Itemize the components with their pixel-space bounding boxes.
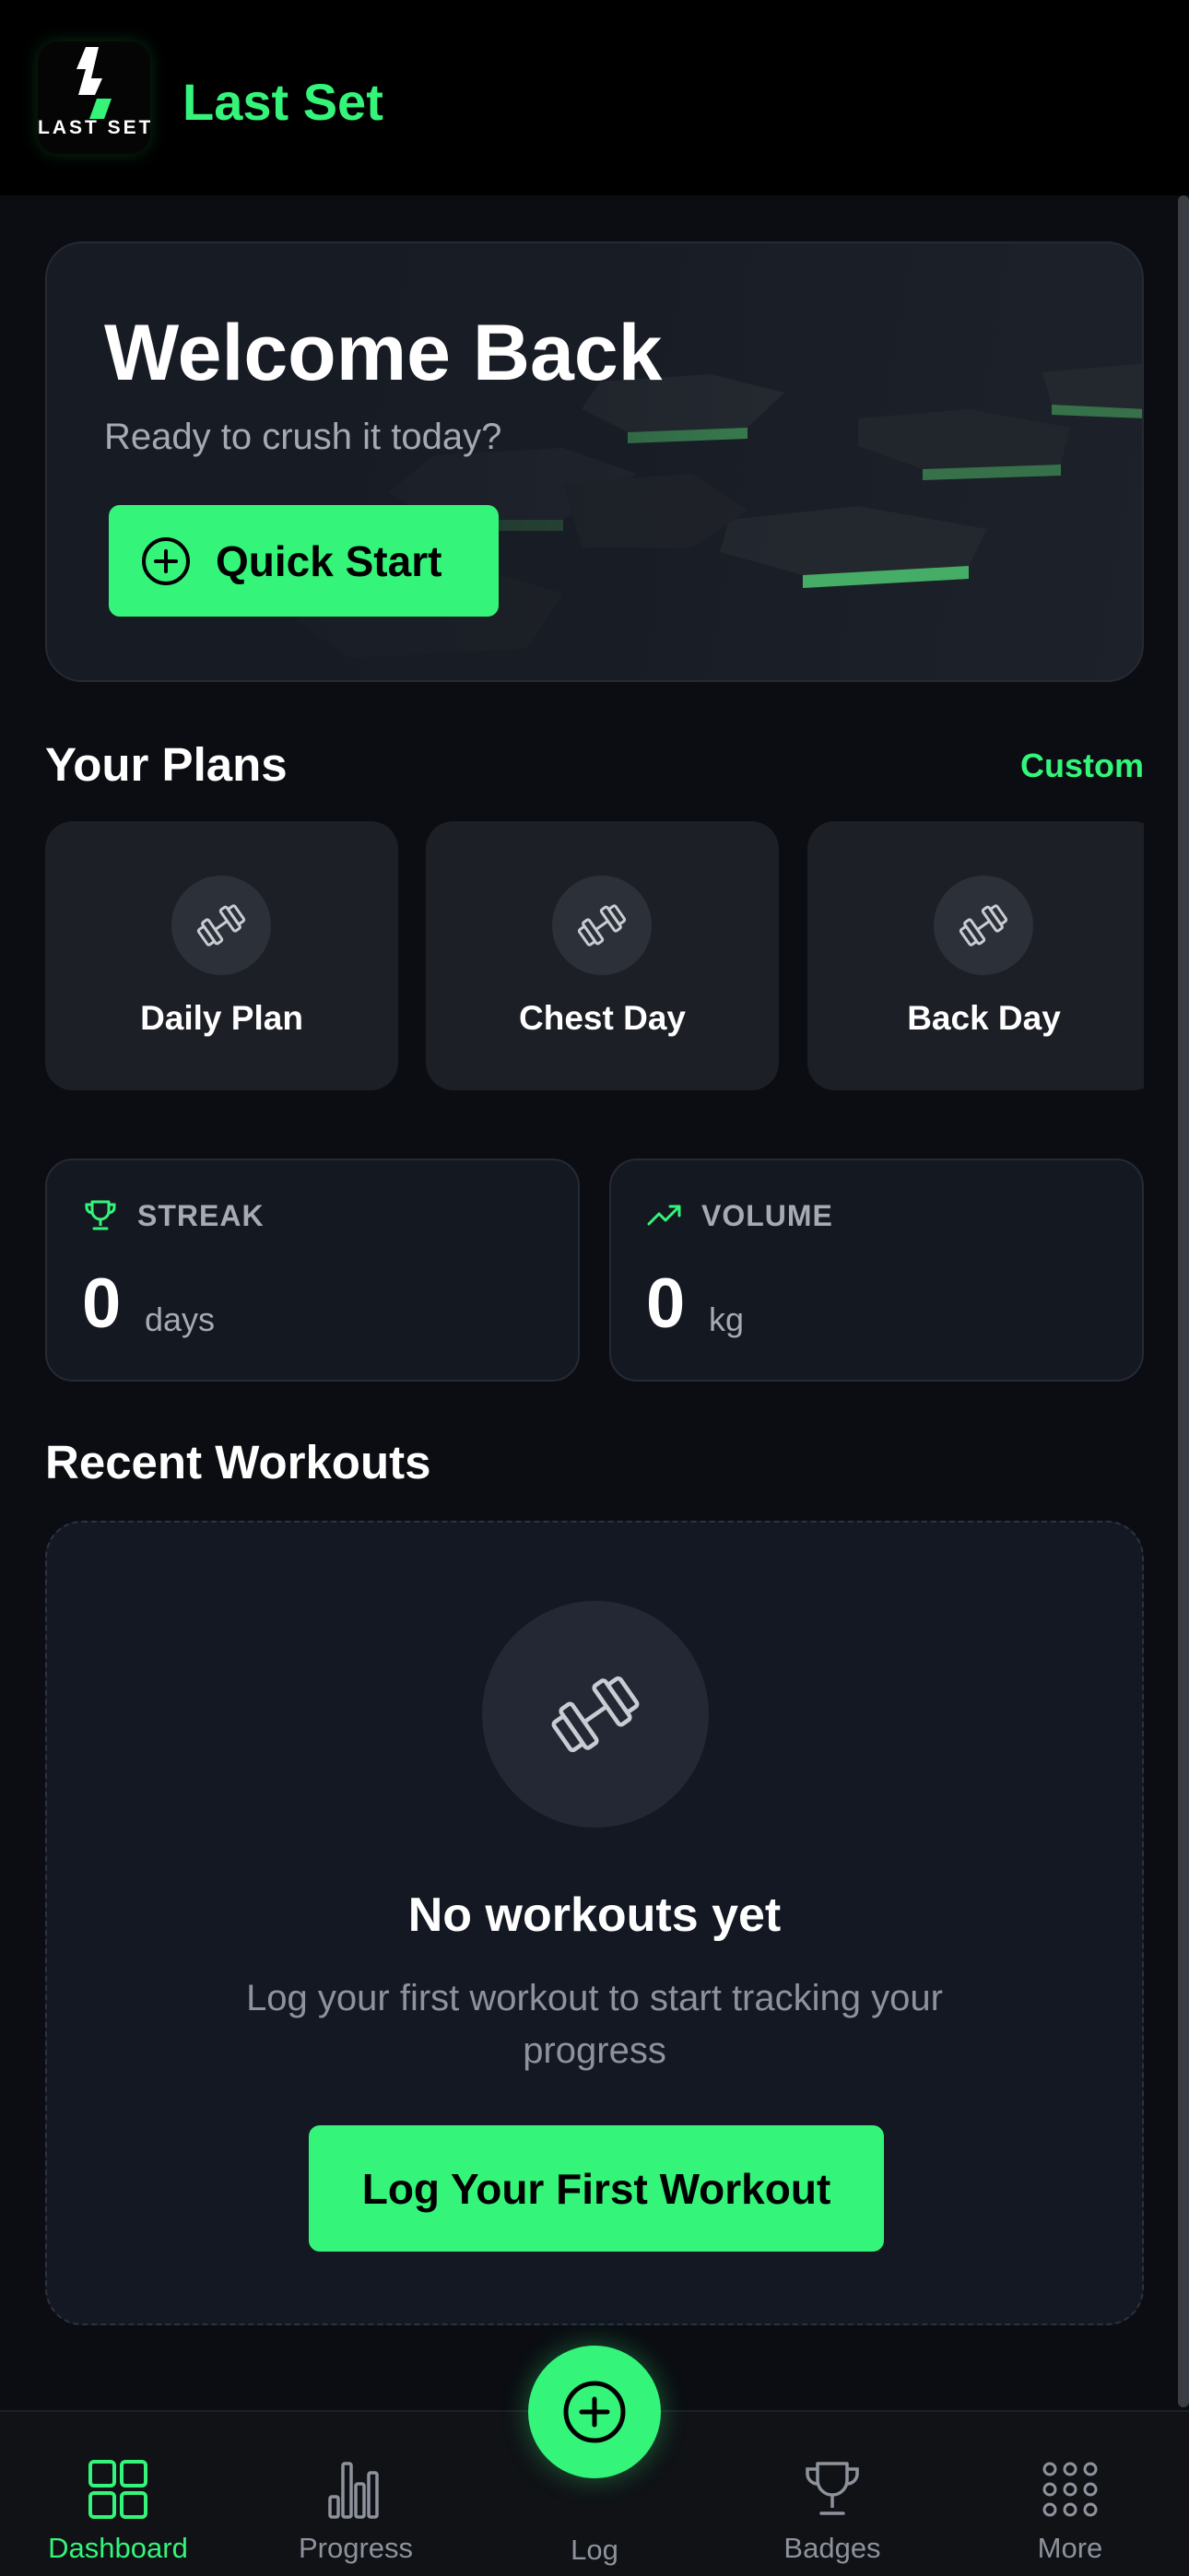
bar-chart-icon	[328, 2462, 379, 2519]
custom-plan-link[interactable]: Custom	[1020, 747, 1144, 785]
welcome-subtitle: Ready to crush it today?	[104, 417, 502, 457]
app-header: LAST SET Last Set	[0, 0, 1189, 195]
scrollbar[interactable]	[1178, 195, 1189, 2407]
dumbbell-icon	[171, 876, 271, 975]
plan-card-back[interactable]: Back Day	[807, 821, 1144, 1090]
app-title: Last Set	[182, 73, 383, 131]
recent-workouts-title: Recent Workouts	[45, 1436, 431, 1488]
volume-title: VOLUME	[701, 1198, 833, 1232]
plan-card-chest[interactable]: Chest Day	[426, 821, 779, 1090]
empty-state-description: Log your first workout to start tracking…	[246, 1978, 943, 2071]
trophy-icon	[85, 1200, 116, 1230]
recent-workouts-empty-state: No workouts yet Log your first workout t…	[45, 1521, 1144, 2325]
plan-label: Chest Day	[519, 999, 686, 1037]
nav-item-progress[interactable]: Progress	[264, 2458, 448, 2565]
streak-stat-card: STREAK 0 days	[45, 1159, 580, 1382]
volume-stat-card: VOLUME 0 kg	[609, 1159, 1144, 1382]
plan-label: Back Day	[907, 999, 1061, 1037]
quick-start-button[interactable]: Quick Start	[109, 505, 499, 617]
nav-label: Progress	[298, 2532, 414, 2564]
nav-label: Badges	[783, 2532, 881, 2564]
apps-icon	[1042, 2462, 1098, 2517]
welcome-title: Welcome Back	[104, 309, 663, 397]
nav-label: More	[1037, 2532, 1103, 2564]
volume-value: 0	[646, 1264, 686, 1343]
plans-title: Your Plans	[45, 738, 288, 791]
nav-item-more[interactable]: More	[978, 2458, 1162, 2565]
volume-unit: kg	[709, 1300, 745, 1338]
plan-label: Daily Plan	[140, 999, 303, 1037]
trending-up-icon	[647, 1205, 681, 1226]
dumbbell-icon	[482, 1601, 709, 1828]
grid-icon	[88, 2460, 147, 2519]
streak-value: 0	[82, 1264, 122, 1343]
streak-header: STREAK	[82, 1197, 265, 1234]
welcome-hero-card: Welcome Back Ready to crush it today? Qu…	[45, 241, 1144, 682]
log-workout-fab[interactable]	[528, 2346, 661, 2478]
quick-start-label: Quick Start	[216, 536, 442, 585]
nav-label: Dashboard	[48, 2532, 188, 2564]
trophy-icon	[806, 2462, 859, 2515]
plans-carousel[interactable]: Daily Plan Chest Day Back Day	[45, 821, 1144, 1090]
logo-text: LAST SET	[38, 117, 150, 138]
nav-item-badges[interactable]: Badges	[740, 2458, 924, 2565]
plus-circle-icon	[563, 2381, 626, 2443]
log-first-workout-button[interactable]: Log Your First Workout	[309, 2125, 884, 2252]
plus-circle-icon	[142, 536, 190, 585]
app-logo[interactable]: LAST SET	[38, 41, 150, 154]
nav-item-dashboard[interactable]: Dashboard	[26, 2458, 210, 2565]
nav-label: Log	[571, 2534, 618, 2566]
streak-title: STREAK	[137, 1198, 265, 1232]
dumbbell-icon	[934, 876, 1033, 975]
streak-unit: days	[145, 1300, 216, 1338]
volume-header: VOLUME	[646, 1197, 833, 1234]
dumbbell-icon	[552, 876, 652, 975]
nav-item-log[interactable]: Log	[502, 2523, 687, 2567]
plan-card-daily[interactable]: Daily Plan	[45, 821, 398, 1090]
empty-state-title: No workouts yet	[407, 1888, 782, 1942]
